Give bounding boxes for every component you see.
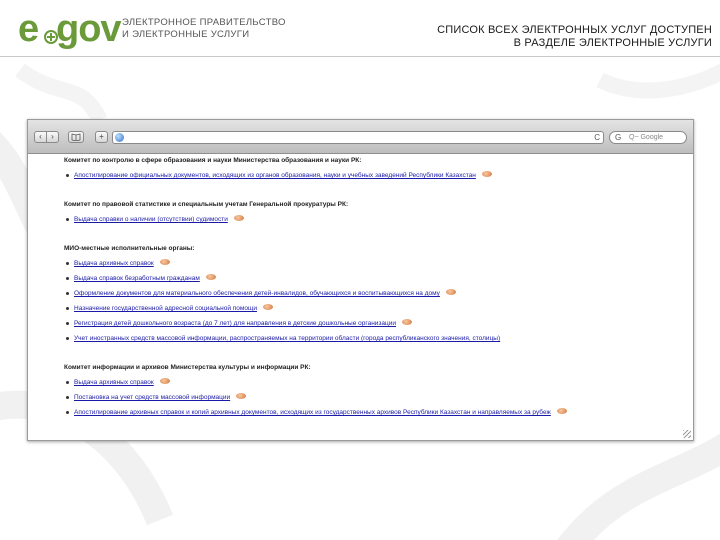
- search-placeholder: Q~ Google: [629, 134, 664, 141]
- resize-grip[interactable]: [683, 430, 691, 438]
- org-title: ЭЛЕКТРОННОЕ ПРАВИТЕЛЬСТВО И ЭЛЕКТРОННЫЕ …: [122, 17, 286, 41]
- list-item: Оформление документов для материального …: [64, 289, 684, 304]
- service-section: Комитет по контролю в сфере образования …: [64, 156, 684, 186]
- service-section: МИО-местные исполнительные органы: Выдач…: [64, 244, 684, 349]
- service-link[interactable]: Выдача справок безработным гражданам: [74, 275, 200, 282]
- service-list: Выдача архивных справок Выдача справок б…: [64, 259, 684, 349]
- section-title: МИО-местные исполнительные органы:: [64, 245, 195, 252]
- headline-line1: СПИСОК ВСЕХ ЭЛЕКТРОННЫХ УСЛУГ ДОСТУПЕН: [437, 24, 712, 36]
- list-item: Апостилирование архивных справок и копий…: [64, 408, 684, 423]
- service-list: Выдача справки о наличии (отсутствии) су…: [64, 215, 684, 230]
- list-item: Постановка на учет средств массовой инфо…: [64, 393, 684, 408]
- section-title: Комитет по правовой статистике и специал…: [64, 201, 349, 208]
- add-tab-button[interactable]: +: [95, 131, 108, 143]
- service-link[interactable]: Апостилирование официальных документов, …: [74, 172, 476, 179]
- egov-service-icon[interactable]: [159, 378, 170, 385]
- egov-service-icon[interactable]: [236, 393, 247, 400]
- list-item: Выдача архивных справок: [64, 259, 684, 274]
- egov-service-icon[interactable]: [159, 259, 170, 266]
- section-title: Комитет информации и архивов Министерств…: [64, 364, 311, 371]
- list-item: Апостилирование официальных документов, …: [64, 171, 684, 186]
- list-item: Учет иностранных средств массовой информ…: [64, 334, 684, 349]
- forward-button[interactable]: ›: [46, 131, 59, 143]
- bookmarks-button[interactable]: [68, 131, 84, 143]
- service-link[interactable]: Назначение государственной адресной соци…: [74, 305, 257, 312]
- list-item: Выдача архивных справок: [64, 378, 684, 393]
- egov-service-icon[interactable]: [445, 289, 456, 296]
- globe-icon: [115, 133, 124, 142]
- egov-service-icon[interactable]: [205, 274, 216, 281]
- address-bar[interactable]: C: [112, 131, 604, 144]
- service-link[interactable]: Выдача архивных справок: [74, 379, 154, 386]
- page-content: Комитет по контролю в сфере образования …: [64, 156, 684, 437]
- list-item: Регистрация детей дошкольного возраста (…: [64, 319, 684, 334]
- service-link[interactable]: Регистрация детей дошкольного возраста (…: [74, 320, 396, 327]
- service-link[interactable]: Учет иностранных средств массовой информ…: [74, 335, 500, 342]
- service-link[interactable]: Апостилирование архивных справок и копий…: [74, 409, 551, 416]
- service-link[interactable]: Выдача справки о наличии (отсутствии) су…: [74, 216, 228, 223]
- header-divider: [0, 56, 720, 57]
- service-list: Апостилирование официальных документов, …: [64, 171, 684, 186]
- service-link[interactable]: Оформление документов для материального …: [74, 290, 440, 297]
- reload-icon[interactable]: C: [594, 132, 600, 143]
- egov-service-icon[interactable]: [556, 408, 567, 415]
- search-input[interactable]: G Q~ Google: [609, 131, 687, 144]
- service-list: Выдача архивных справок Постановка на уч…: [64, 378, 684, 423]
- list-item: Выдача справки о наличии (отсутствии) су…: [64, 215, 684, 230]
- logo-e-letter: e: [18, 8, 39, 50]
- egov-service-icon[interactable]: [481, 171, 492, 178]
- headline-line2: В РАЗДЕЛЕ ЭЛЕКТРОННЫЕ УСЛУГИ: [513, 37, 712, 49]
- egov-service-icon[interactable]: [233, 215, 244, 222]
- list-item: Назначение государственной адресной соци…: [64, 304, 684, 319]
- service-section: Комитет информации и архивов Министерств…: [64, 363, 684, 423]
- org-title-line1: ЭЛЕКТРОННОЕ ПРАВИТЕЛЬСТВО: [122, 17, 286, 28]
- org-title-line2: И ЭЛЕКТРОННЫЕ УСЛУГИ: [122, 29, 250, 40]
- service-section: Комитет по правовой статистике и специал…: [64, 200, 684, 230]
- browser-toolbar: ‹ › + C G Q~ Google: [28, 120, 693, 154]
- section-title: Комитет по контролю в сфере образования …: [64, 157, 362, 164]
- list-item: Выдача справок безработным гражданам: [64, 274, 684, 289]
- slide-headline: СПИСОК ВСЕХ ЭЛЕКТРОННЫХ УСЛУГ ДОСТУПЕН В…: [437, 24, 712, 50]
- egov-service-icon[interactable]: [402, 319, 413, 326]
- browser-window: ‹ › + C G Q~ Google Комитет по контролю …: [27, 119, 694, 441]
- logo-gov-text: gov: [56, 8, 122, 50]
- service-link[interactable]: Постановка на учет средств массовой инфо…: [74, 394, 230, 401]
- egov-service-icon[interactable]: [262, 304, 273, 311]
- service-link[interactable]: Выдача архивных справок: [74, 260, 154, 267]
- search-engine-icon: G: [615, 133, 622, 142]
- book-icon: [71, 133, 81, 142]
